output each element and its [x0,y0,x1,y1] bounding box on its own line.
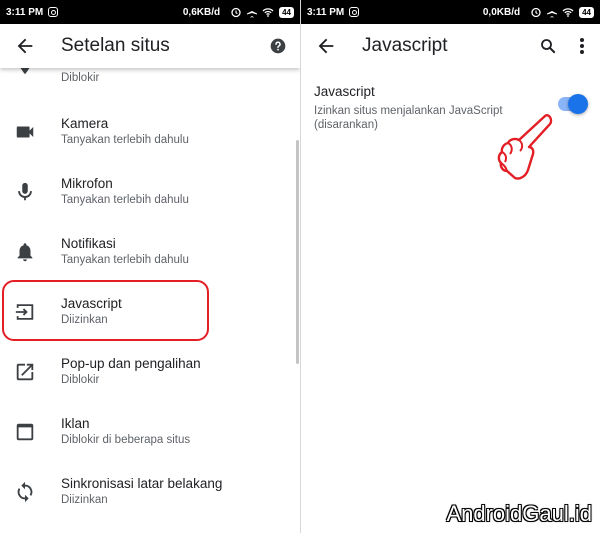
airplane-icon [247,7,258,18]
status-bar: 3:11 PM 0,6KB/d 44 [0,0,300,24]
list-item-sub: Diblokir di beberapa situs [61,434,191,446]
page-title: Javascript [362,35,448,56]
help-button[interactable] [266,34,290,58]
watermark: AndroidGaul.id [446,501,592,526]
network-speed: 0,6KB/d [182,6,221,18]
list-item-sub: Diblokir [61,374,100,386]
wifi-icon [562,8,574,17]
more-options-button[interactable] [570,34,594,58]
list-item-sub: Tanyakan terlebih dahulu [61,134,189,146]
list-item-background-sync[interactable]: Sinkronisasi latar belakang Diizinkan [0,468,300,528]
left-screen: 3:11 PM 0,6KB/d 44 Setelan situs Dibloki… [0,0,300,533]
network-speed: 0,0KB/d [482,6,521,18]
app-bar: Javascript [301,24,600,68]
battery-indicator: 44 [579,6,594,18]
list-item-microphone[interactable]: Mikrofon Tanyakan terlebih dahulu [0,168,300,228]
alarm-icon [231,7,241,18]
page-title: Setelan situs [61,35,170,56]
airplane-icon [547,7,558,18]
list-item-label: Pop-up dan pengalihan [61,356,201,371]
popup-icon [16,363,34,381]
toggle-knob [568,94,588,114]
alarm-icon [531,7,541,18]
list-item-sub: Diizinkan [61,494,108,506]
status-time: 3:11 PM [6,6,44,18]
bell-icon [17,243,33,262]
setting-description: Izinkan situs menjalankan JavaScript (di… [314,105,503,131]
status-time: 3:11 PM [307,6,345,18]
list-item-label: Iklan [61,416,90,431]
list-item-sub: Tanyakan terlebih dahulu [61,254,189,266]
camera-icon [16,126,34,138]
microphone-icon [18,182,32,201]
list-item-sub: Tanyakan terlebih dahulu [61,194,189,206]
back-arrow-icon[interactable] [14,35,36,57]
scrollbar[interactable] [296,140,299,364]
list-item-label: Sinkronisasi latar belakang [61,476,223,491]
setting-title: Javascript [314,84,375,99]
instagram-notification-icon [349,7,360,17]
right-screen: 3:11 PM 0,0KB/d 44 Javascript Javascript… [301,0,600,533]
status-bar: 3:11 PM 0,0KB/d 44 [301,0,600,24]
pointing-hand-icon [497,114,553,180]
list-item-camera[interactable]: Kamera Tanyakan terlebih dahulu [0,108,300,168]
app-bar: Setelan situs [0,24,300,68]
back-arrow-icon[interactable] [315,35,337,57]
list-item-label: Mikrofon [61,176,113,191]
instagram-notification-icon [48,7,59,17]
list-item-label: Notifikasi [61,236,116,251]
search-button[interactable] [536,34,560,58]
battery-indicator: 44 [279,6,294,18]
list-item-popups[interactable]: Pop-up dan pengalihan Diblokir [0,348,300,408]
javascript-toggle[interactable] [558,94,588,114]
wifi-icon [262,8,274,17]
javascript-setting-row[interactable]: Javascript Izinkan situs menjalankan Jav… [314,84,600,132]
more-vert-icon [580,38,584,54]
list-item-sub: Diblokir [61,72,100,84]
sync-icon [17,481,33,503]
highlight-circle [2,280,209,341]
list-item-ads[interactable]: Iklan Diblokir di beberapa situs [0,408,300,468]
list-item-notifications[interactable]: Notifikasi Tanyakan terlebih dahulu [0,228,300,288]
help-icon [270,38,286,54]
ads-icon [16,423,34,441]
search-icon [541,39,556,54]
list-item-label: Kamera [61,116,109,131]
